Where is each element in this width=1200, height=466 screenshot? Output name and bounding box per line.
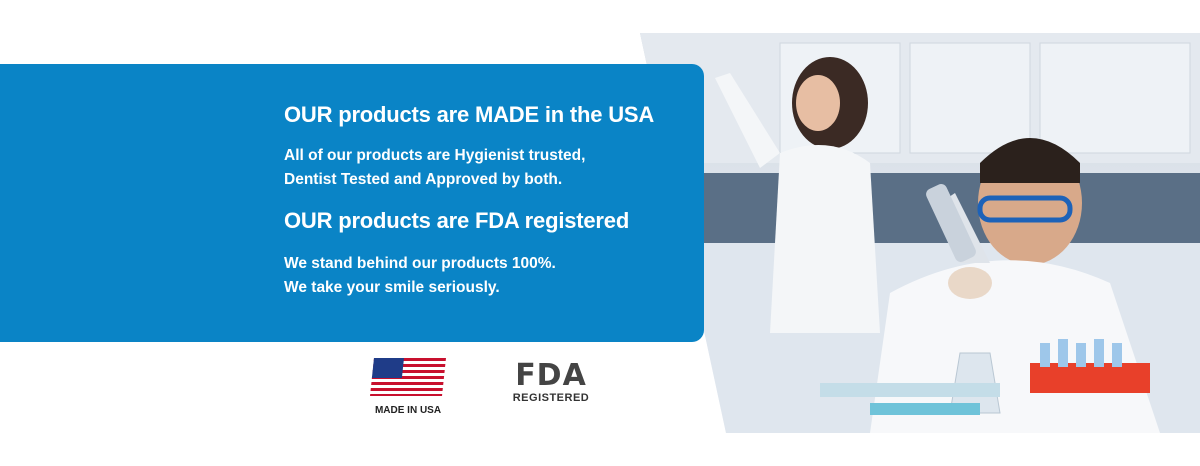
- smile-line: We take your smile seriously.: [284, 279, 500, 296]
- lab-photo: [640, 33, 1200, 433]
- fda-registered-badge: FDA REGISTERED: [506, 358, 596, 405]
- info-banner: OUR products are MADE in the USA All of …: [0, 64, 704, 342]
- fda-registered-label: REGISTERED: [512, 392, 590, 404]
- hygienist-line: All of our products are Hygienist truste…: [284, 147, 586, 164]
- us-flag-icon: [370, 358, 446, 396]
- fda-logo: FDA: [515, 358, 587, 393]
- made-in-usa-label: MADE IN USA: [374, 405, 442, 416]
- banner-text: OUR products are MADE in the USA All of …: [284, 98, 654, 300]
- heading-fda-registered: OUR products are FDA registered: [284, 208, 630, 233]
- heading-made-in-usa: OUR products are MADE in the USA: [284, 102, 655, 127]
- dentist-line: Dentist Tested and Approved by both.: [284, 171, 563, 188]
- stand-behind-line: We stand behind our products 100%.: [284, 255, 556, 272]
- made-in-usa-badge: MADE IN USA: [370, 358, 446, 416]
